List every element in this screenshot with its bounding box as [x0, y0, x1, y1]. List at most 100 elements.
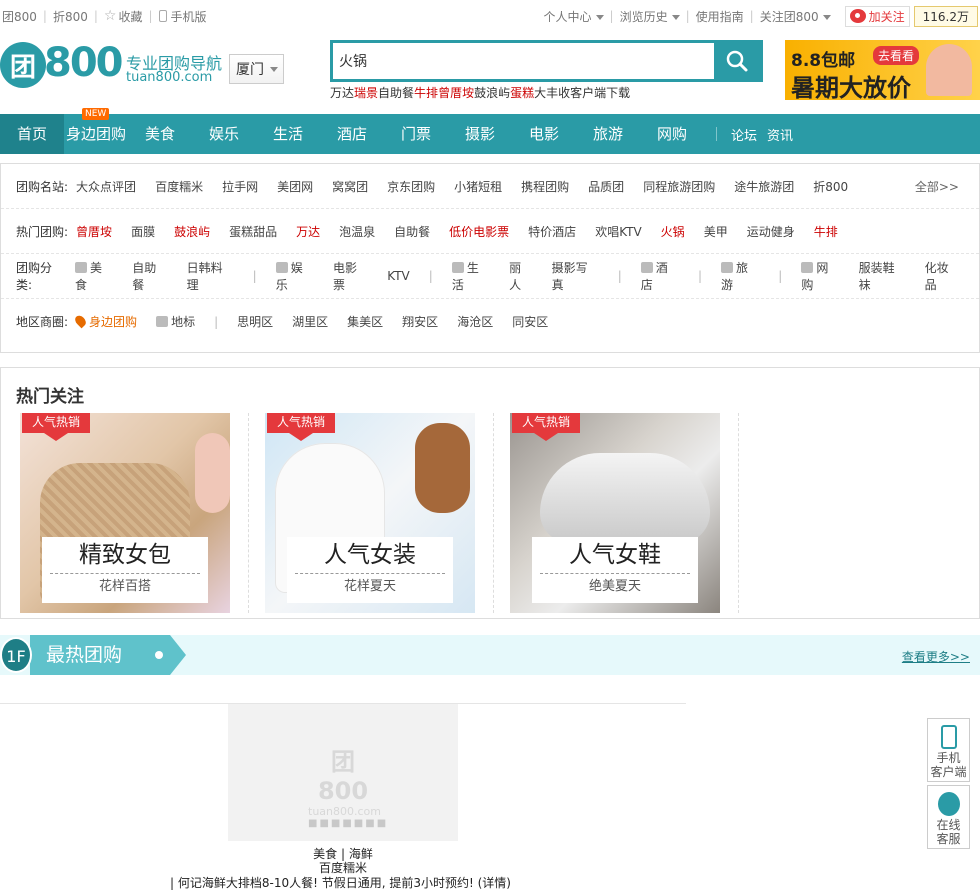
hot-category-link[interactable]: 低价电影票 — [449, 223, 509, 240]
logo-number: 800 — [44, 40, 123, 86]
city-selector[interactable]: 厦门 — [229, 54, 284, 84]
promo-banner[interactable]: 8.8包邮 去看看 暑期大放价 — [785, 40, 980, 102]
hot-category-link[interactable]: 自助餐 — [394, 223, 430, 240]
sandal-image — [540, 453, 710, 543]
hot-category-link[interactable]: 万达 — [296, 223, 320, 240]
customer-service-icon — [937, 792, 960, 816]
category-link[interactable]: 生活 — [451, 259, 490, 293]
category-link[interactable]: 自助餐 — [132, 259, 167, 293]
category-link[interactable]: 网购 — [801, 259, 839, 293]
view-more-link[interactable]: 查看更多>> — [902, 648, 970, 665]
nav-item[interactable]: 电影 — [512, 114, 576, 154]
area-link[interactable]: 湖里区 — [292, 313, 328, 330]
link-user-center[interactable]: 个人中心 — [544, 8, 604, 25]
site-link[interactable]: 百度糯米 — [155, 178, 203, 195]
hot-category-link[interactable]: 曾厝垵 — [76, 223, 112, 240]
site-link[interactable]: 拉手网 — [222, 178, 258, 195]
site-link[interactable]: 窝窝团 — [332, 178, 368, 195]
hot-word[interactable]: 自助餐 — [378, 84, 414, 101]
fans-count: 116.2万 — [913, 5, 978, 27]
link-zhe800[interactable]: 折800 — [53, 8, 88, 25]
site-link[interactable]: 途牛旅游团 — [734, 178, 794, 195]
search-input[interactable] — [333, 43, 714, 79]
nav-item[interactable]: 身边团购 NEW — [64, 108, 128, 154]
mobile-icon — [158, 10, 167, 22]
hot-word[interactable]: 瑞景 — [354, 84, 378, 101]
area-link[interactable]: 翔安区 — [402, 313, 438, 330]
site-link[interactable]: 大众点评团 — [76, 178, 136, 195]
nav-item[interactable]: 旅游 — [576, 114, 640, 154]
logo[interactable]: 团 800 — [0, 38, 123, 94]
hot-category-link[interactable]: 火锅 — [661, 223, 685, 240]
all-sites-link[interactable]: 全部>> — [915, 178, 959, 195]
category-link[interactable]: 摄影写真 — [552, 259, 599, 293]
hot-category-link[interactable]: 运动健身 — [747, 223, 795, 240]
category-link[interactable]: 旅游 — [721, 259, 759, 293]
nav-item[interactable]: 首页 — [0, 114, 64, 154]
area-landmark[interactable]: 地标 — [156, 313, 195, 330]
hot-category-link[interactable]: 泡温泉 — [339, 223, 375, 240]
category-link[interactable]: 娱乐 — [275, 259, 314, 293]
hot-category-link[interactable]: 牛排 — [814, 223, 838, 240]
hot-word[interactable]: 蛋糕 — [510, 84, 534, 101]
site-link[interactable]: 同程旅游团购 — [643, 178, 715, 195]
nav-item-extra[interactable]: 资讯 — [767, 125, 793, 144]
site-link[interactable]: 携程团购 — [521, 178, 569, 195]
hot-word[interactable]: 鼓浪屿 — [474, 84, 510, 101]
link-mobile[interactable]: 手机版 — [171, 8, 207, 25]
nav-item[interactable]: 娱乐 — [192, 114, 256, 154]
nav-item[interactable]: 门票 — [384, 114, 448, 154]
nav-item[interactable]: 生活 — [256, 114, 320, 154]
side-support-button[interactable]: 在线 客服 — [927, 785, 970, 849]
link-follow-tuan800[interactable]: 关注团800 — [760, 8, 831, 25]
category-link[interactable]: 化妆品 — [925, 259, 960, 293]
mic-icon — [275, 262, 288, 273]
hot-category-link[interactable]: 蛋糕甜品 — [229, 223, 277, 240]
area-link[interactable]: 思明区 — [237, 313, 273, 330]
area-link[interactable]: 集美区 — [347, 313, 383, 330]
site-link[interactable]: 京东团购 — [387, 178, 435, 195]
category-link[interactable]: 日韩料理 — [187, 259, 234, 293]
hot-card-shoes[interactable]: 人气热销 人气女鞋 绝美夏天 — [510, 413, 720, 613]
area-link[interactable]: 海沧区 — [457, 313, 493, 330]
link-favorite[interactable]: 收藏 — [118, 8, 142, 25]
hot-word[interactable]: 牛排 — [414, 84, 438, 101]
site-link[interactable]: 品质团 — [588, 178, 624, 195]
hot-card-clothes[interactable]: 人气热销 人气女装 花样夏天 — [265, 413, 475, 613]
area-nearby[interactable]: 身边团购 — [73, 313, 137, 330]
hot-category-link[interactable]: 美甲 — [704, 223, 728, 240]
link-tuan800[interactable]: 团800 — [2, 8, 37, 25]
nav-item-extra[interactable]: 论坛 — [731, 125, 757, 144]
site-link[interactable]: 美团网 — [277, 178, 313, 195]
category-link[interactable]: 电影票 — [333, 259, 368, 293]
link-history[interactable]: 浏览历史 — [620, 8, 680, 25]
hot-category-link[interactable]: 欢唱KTV — [595, 223, 641, 240]
weibo-follow-button[interactable]: 加关注 — [844, 5, 910, 27]
category-link[interactable]: 酒店 — [640, 259, 679, 293]
hot-category-link[interactable]: 面膜 — [131, 223, 155, 240]
hot-card-bags[interactable]: 人气热销 精致女包 花样百搭 — [20, 413, 230, 613]
nav-item[interactable]: 美食 — [128, 114, 192, 154]
category-link[interactable]: 美食 — [75, 259, 113, 293]
area-link[interactable]: 同安区 — [512, 313, 548, 330]
hot-word[interactable]: 曾厝垵 — [438, 84, 474, 101]
category-link[interactable]: 丽人 — [509, 259, 533, 293]
nav-item[interactable]: 酒店 — [320, 114, 384, 154]
deal-item[interactable]: 团800 tuan800.com ■■■■■■■ 美食 | 海鲜 百度糯米 | … — [170, 704, 516, 891]
nav-item[interactable]: 网购 — [640, 114, 704, 154]
hot-word[interactable]: 客户端下载 — [570, 84, 630, 101]
side-app-button[interactable]: 手机 客户端 — [927, 718, 970, 782]
nav-item[interactable]: 摄影 — [448, 114, 512, 154]
search-button[interactable] — [714, 43, 760, 79]
link-guide[interactable]: 使用指南 — [696, 8, 744, 25]
hot-word[interactable]: 万达 — [330, 84, 354, 101]
hot-word[interactable]: 大丰收 — [534, 84, 570, 101]
category-link[interactable]: 服装鞋袜 — [859, 259, 906, 293]
site-domain: tuan800.com — [126, 70, 213, 85]
site-link[interactable]: 小猪短租 — [454, 178, 502, 195]
site-link[interactable]: 折800 — [813, 178, 848, 195]
hot-category-link[interactable]: 特价酒店 — [528, 223, 576, 240]
hot-category-link[interactable]: 鼓浪屿 — [174, 223, 210, 240]
deal-description[interactable]: | 何记海鲜大排档8-10人餐! 节假日通用, 提前3小时预约! (详情) — [170, 875, 516, 891]
category-link[interactable]: KTV — [387, 269, 409, 283]
